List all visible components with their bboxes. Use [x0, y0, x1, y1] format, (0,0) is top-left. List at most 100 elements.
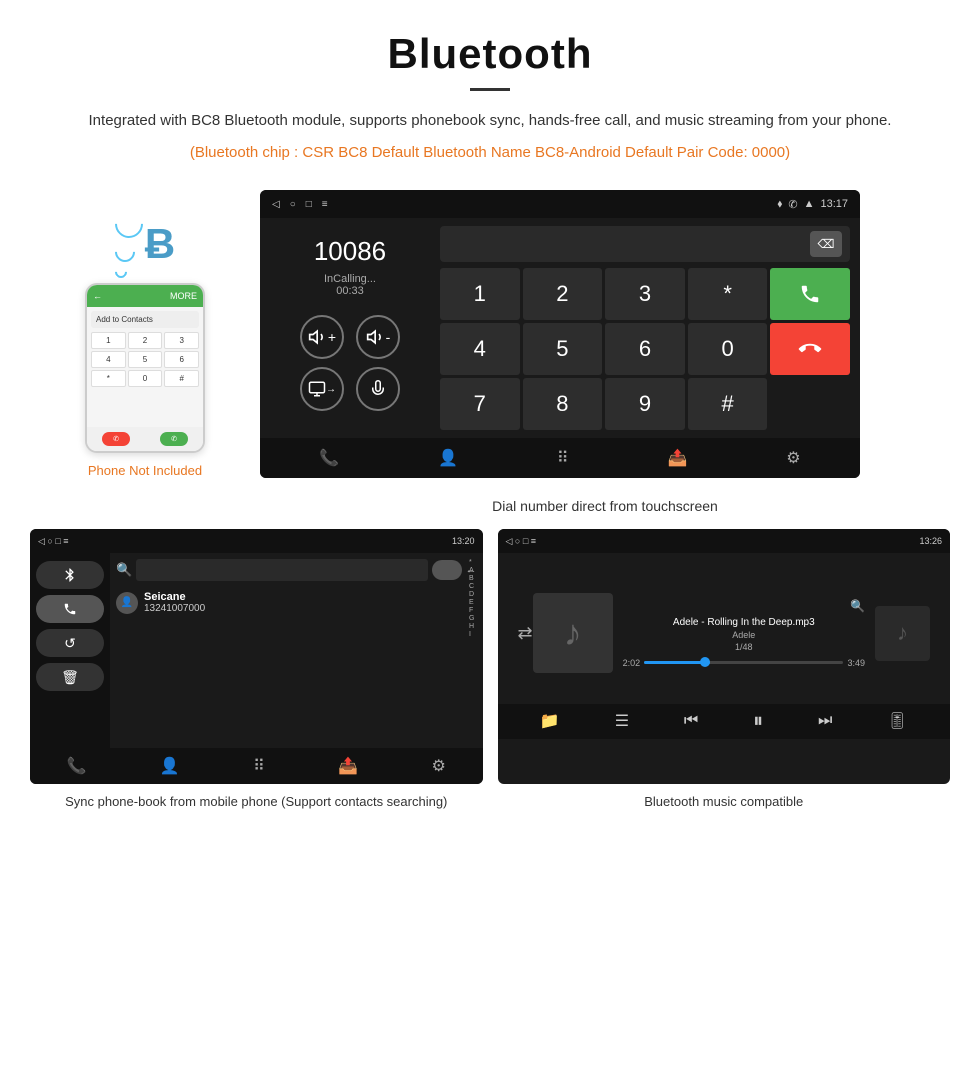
nav-phone-icon[interactable]: 📞: [319, 448, 339, 468]
home-icon: ○: [290, 199, 296, 210]
folder-icon[interactable]: 📁: [540, 711, 560, 731]
key-0[interactable]: 0: [688, 323, 768, 375]
phone-top-bar: ← MORE: [87, 285, 203, 307]
pb-nav-transfer[interactable]: 📤: [338, 756, 358, 776]
dial-calling-status: InCalling...: [324, 273, 376, 285]
music-note-large: ♪: [564, 612, 582, 654]
phone-more-icon: MORE: [170, 291, 197, 301]
progress-bar[interactable]: [644, 661, 843, 664]
mute-btn[interactable]: [356, 367, 400, 411]
phone-key[interactable]: 6: [164, 351, 199, 368]
progress-dot: [700, 657, 710, 667]
dial-timer: 00:33: [336, 285, 364, 297]
pb-call-icon[interactable]: [36, 595, 104, 623]
pb-contact-item[interactable]: 👤 Seicane 13241007000: [116, 587, 477, 618]
phonebook-screen: ◁ ○ □ ≡ 13:20: [30, 529, 483, 784]
backspace-btn[interactable]: ⌫: [810, 231, 842, 257]
end-call-btn[interactable]: [770, 323, 850, 375]
key-2[interactable]: 2: [523, 268, 603, 320]
next-icon[interactable]: ⏭: [818, 712, 832, 730]
phone-key[interactable]: 3: [164, 332, 199, 349]
dial-caption: Dial number direct from touchscreen: [0, 498, 980, 514]
album-art-large: ♪: [533, 593, 613, 673]
phonebook-item: ◁ ○ □ ≡ 13:20: [30, 529, 483, 811]
pb-back-icon: ◁ ○ □ ≡: [38, 536, 69, 546]
pb-search-bar[interactable]: [136, 559, 427, 581]
alpha-C: C: [469, 583, 474, 590]
music-note-small: ♪: [897, 620, 908, 646]
key-3[interactable]: 3: [605, 268, 685, 320]
search-icon-right[interactable]: 🔍: [623, 599, 865, 613]
pb-alphabet: * A B C D E F G H I: [469, 559, 474, 638]
keypad-grid: 1 2 3 * 4 5 6 0: [440, 268, 850, 430]
alpha-A: A: [469, 567, 474, 574]
volume-up-btn[interactable]: +: [300, 315, 344, 359]
nav-contacts-icon[interactable]: 👤: [438, 448, 458, 468]
key-4[interactable]: 4: [440, 323, 520, 375]
call-icon: ✆: [788, 198, 797, 211]
prev-icon[interactable]: ⏮: [684, 712, 698, 730]
phone-key[interactable]: *: [91, 370, 126, 387]
dial-screen: ◁ ○ □ ≡ ⬧ ✆ ▲ 13:17 10086 InCalling...: [260, 190, 860, 478]
phone-keypad: 1 2 3 4 5 6 * 0 #: [91, 332, 199, 387]
time-total: 3:49: [847, 658, 865, 668]
phone-end-btn[interactable]: ✆: [102, 432, 130, 446]
dial-screen-wrap: ◁ ○ □ ≡ ⬧ ✆ ▲ 13:17 10086 InCalling...: [260, 190, 950, 478]
volume-down-btn[interactable]: -: [356, 315, 400, 359]
bottom-section: ◁ ○ □ ≡ 13:20: [0, 514, 980, 826]
shuffle-icon-left[interactable]: ⇄: [518, 623, 533, 644]
pb-sync-icon[interactable]: ↺: [36, 629, 104, 657]
time-display: 13:17: [820, 198, 848, 210]
key-6[interactable]: 6: [605, 323, 685, 375]
wave-small: [112, 264, 129, 281]
phone-key[interactable]: 2: [128, 332, 163, 349]
pb-nav-keypad[interactable]: ⠿: [253, 756, 265, 776]
play-pause-icon[interactable]: ⏸: [753, 710, 763, 733]
pb-main: ↺ 🗑 🔍 ← 👤 Seicane: [30, 553, 483, 748]
key-hash[interactable]: #: [688, 378, 768, 430]
list-icon[interactable]: ☰: [615, 711, 629, 731]
music-main-area: ⇄ ♪ 🔍 Adele - Rolling In the Deep.mp3 Ad…: [498, 553, 951, 704]
music-controls: 📁 ☰ ⏮ ⏸ ⏭ 🎚: [498, 704, 951, 739]
pb-nav-bar: 📞 👤 ⠿ 📤 ⚙: [30, 748, 483, 784]
pb-contact-phone: 13241007000: [144, 603, 205, 614]
dial-left-panel: 10086 InCalling... 00:33 +: [270, 226, 430, 430]
pb-status-left: ◁ ○ □ ≡: [38, 536, 69, 547]
key-7[interactable]: 7: [440, 378, 520, 430]
key-5[interactable]: 5: [523, 323, 603, 375]
transfer-btn[interactable]: →: [300, 367, 344, 411]
phone-key[interactable]: #: [164, 370, 199, 387]
eq-icon[interactable]: 🎚: [887, 711, 907, 731]
keypad-area: ⌫ 1 2 3 * 4 5 6: [440, 226, 850, 430]
pb-delete-icon[interactable]: 🗑: [36, 663, 104, 691]
signal-icon: ▲: [804, 198, 815, 210]
pb-nav-phone[interactable]: 📞: [67, 756, 87, 776]
phone-key[interactable]: 0: [128, 370, 163, 387]
key-8[interactable]: 8: [523, 378, 603, 430]
nav-settings-icon[interactable]: ⚙: [786, 448, 800, 468]
phone-key[interactable]: 4: [91, 351, 126, 368]
pb-bt-icon[interactable]: [36, 561, 104, 589]
album-art-small: ♪: [875, 606, 930, 661]
back-icon: ◁: [272, 199, 280, 210]
key-1[interactable]: 1: [440, 268, 520, 320]
phone-call-btn[interactable]: ✆: [160, 432, 188, 446]
nav-keypad-icon[interactable]: ⠿: [557, 448, 569, 468]
dial-controls: + -: [300, 315, 400, 359]
alpha-I: I: [469, 631, 474, 638]
phone-key[interactable]: 1: [91, 332, 126, 349]
song-title: Adele - Rolling In the Deep.mp3: [623, 617, 865, 628]
phone-back-icon: ←: [93, 291, 102, 301]
pb-nav-contact[interactable]: 👤: [160, 756, 180, 776]
key-star[interactable]: *: [688, 268, 768, 320]
nav-transfer-icon[interactable]: 📤: [667, 448, 687, 468]
pb-time: 13:20: [452, 536, 475, 546]
pb-nav-settings[interactable]: ⚙: [431, 756, 445, 776]
pb-search-icon: 🔍: [116, 562, 132, 578]
answer-btn[interactable]: [770, 268, 850, 320]
alpha-G: G: [469, 615, 474, 622]
pb-contact-details: Seicane 13241007000: [144, 591, 205, 614]
key-9[interactable]: 9: [605, 378, 685, 430]
dial-main: 10086 InCalling... 00:33 +: [260, 218, 860, 430]
phone-key[interactable]: 5: [128, 351, 163, 368]
